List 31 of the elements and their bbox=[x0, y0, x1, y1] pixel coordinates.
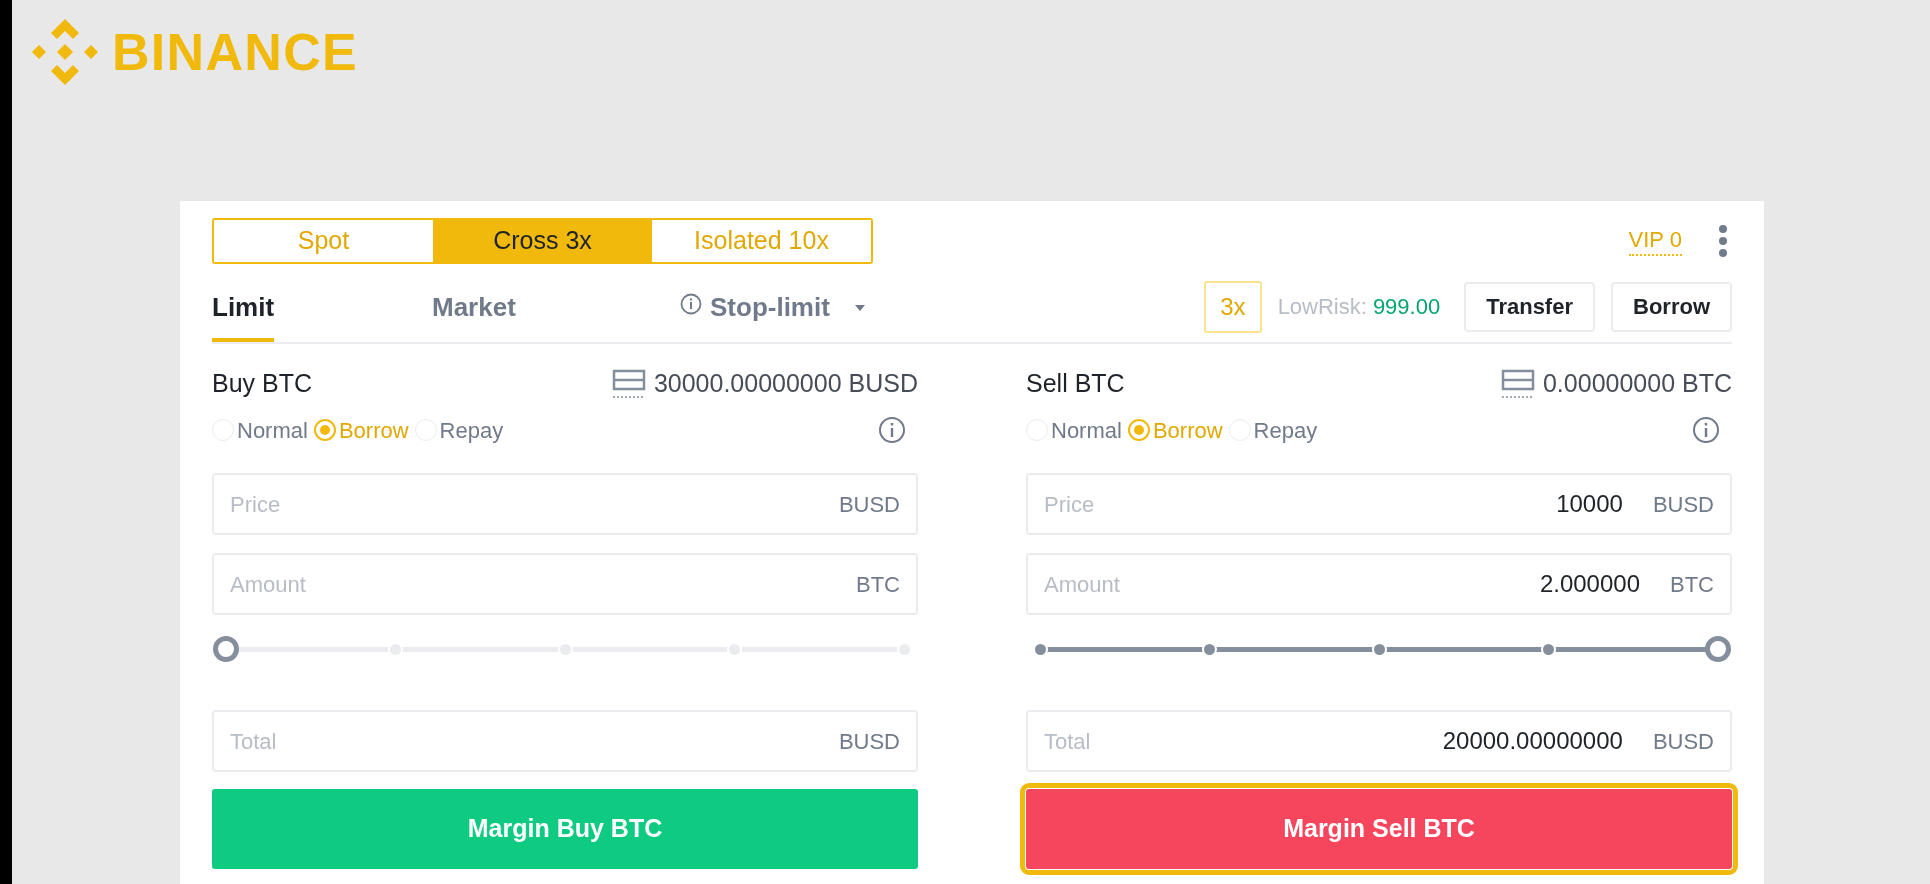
order-type-tab[interactable]: Stop-limit bbox=[710, 265, 866, 342]
info-icon[interactable] bbox=[878, 416, 906, 444]
available-balance: 30000.00000000 BUSD bbox=[653, 368, 918, 400]
info-icon[interactable] bbox=[1692, 416, 1720, 444]
input-field[interactable]: Total 20000.00000000 BUSD bbox=[1026, 710, 1732, 772]
risk-label: LowRisk: bbox=[1277, 293, 1367, 321]
wallet-icon[interactable] bbox=[1500, 369, 1535, 399]
info-icon bbox=[680, 292, 702, 315]
panel-title: Buy BTC bbox=[212, 368, 313, 400]
input-field[interactable]: Price BUSD bbox=[212, 473, 918, 535]
input-field[interactable]: Amount 2.000000 BTC bbox=[1026, 553, 1732, 615]
logo-text: BINANCE bbox=[112, 26, 358, 78]
wallet-icon[interactable] bbox=[611, 369, 646, 399]
caret-icon bbox=[853, 303, 866, 312]
input-field[interactable]: Total BUSD bbox=[212, 710, 918, 772]
radio-option[interactable]: Normal bbox=[1026, 413, 1122, 447]
radio-option[interactable]: Repay bbox=[414, 413, 504, 447]
panel-title: Sell BTC bbox=[1026, 368, 1125, 400]
more-icon[interactable] bbox=[1718, 224, 1728, 258]
risk-value: 999.00 bbox=[1372, 293, 1441, 321]
radio-option[interactable]: Repay bbox=[1228, 413, 1318, 447]
available-balance: 0.00000000 BTC bbox=[1542, 368, 1732, 400]
order-type-tab[interactable]: Limit bbox=[212, 265, 275, 342]
input-field[interactable]: Price 10000 BUSD bbox=[1026, 473, 1732, 535]
margin-mode-tab[interactable]: Cross 3x bbox=[433, 220, 652, 262]
input-field[interactable]: Amount BTC bbox=[212, 553, 918, 615]
order-type-tab[interactable]: Market bbox=[432, 265, 516, 342]
radio-option[interactable]: Normal bbox=[212, 413, 308, 447]
logo-icon bbox=[30, 17, 100, 87]
action-button[interactable]: Transfer bbox=[1464, 281, 1595, 332]
action-button[interactable]: Borrow bbox=[1611, 281, 1732, 332]
